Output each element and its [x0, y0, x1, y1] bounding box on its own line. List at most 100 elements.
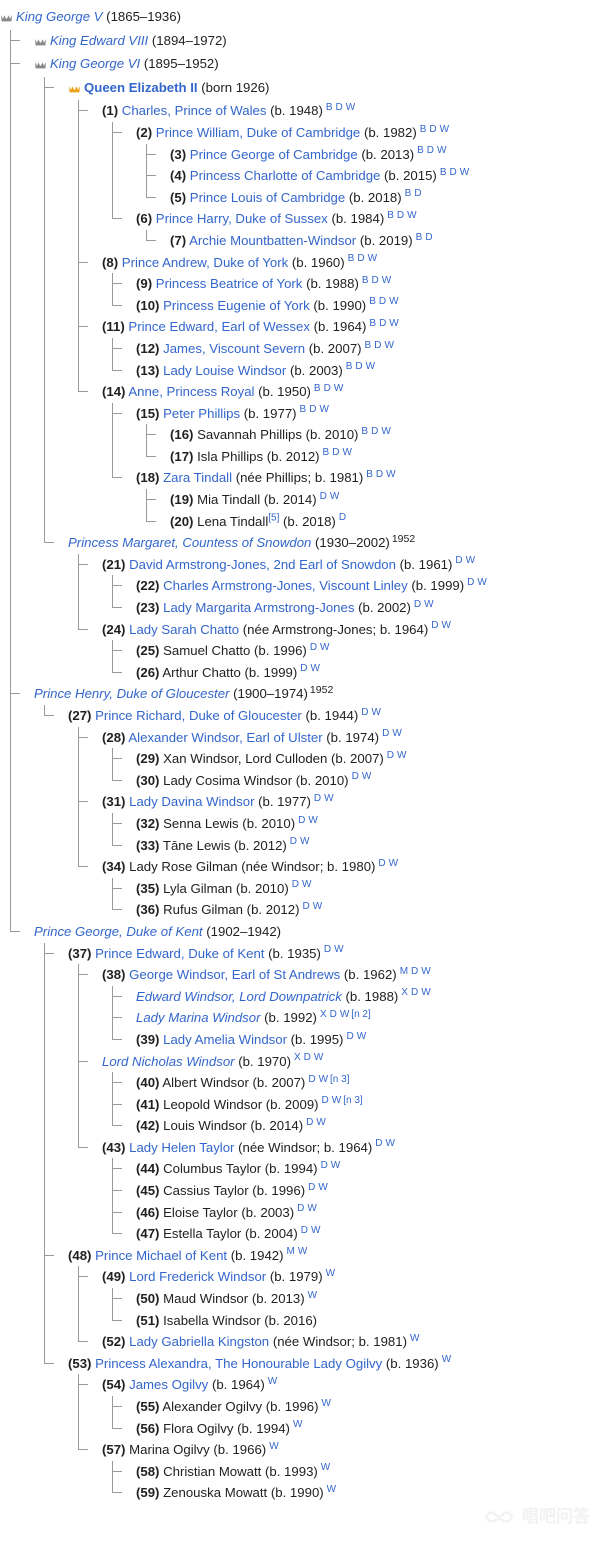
source-marker-w[interactable]: W — [268, 1376, 277, 1387]
source-marker-w[interactable]: W — [421, 987, 430, 998]
person-link[interactable]: Prince Michael of Kent — [95, 1248, 227, 1263]
source-marker-w[interactable]: W — [440, 124, 449, 135]
person-link[interactable]: Lady Louise Windsor — [163, 363, 286, 378]
person-link[interactable]: Charles Armstrong-Jones, Viscount Linley — [163, 578, 408, 593]
source-marker-d[interactable]: D — [352, 771, 359, 782]
person-link[interactable]: Prince William, Duke of Cambridge — [156, 125, 360, 140]
person-link[interactable]: Lady Sarah Chatto — [129, 622, 239, 637]
source-marker-d[interactable]: D — [290, 836, 297, 847]
person-link[interactable]: Charles, Prince of Wales — [122, 103, 267, 118]
source-marker-d[interactable]: D — [387, 750, 394, 761]
source-marker-w[interactable]: W — [327, 1484, 336, 1495]
source-marker-d[interactable]: D — [321, 1160, 328, 1171]
source-marker-d[interactable]: D — [374, 340, 381, 351]
source-marker-w[interactable]: W — [442, 1354, 451, 1365]
person-link[interactable]: Lady Margarita Armstrong-Jones — [163, 600, 354, 615]
source-marker-d[interactable]: D — [427, 145, 434, 156]
source-marker-d[interactable]: D — [309, 404, 316, 415]
person-link[interactable]: Princess Eugenie of York — [163, 298, 310, 313]
source-marker-d[interactable]: D — [302, 901, 309, 912]
source-marker-w[interactable]: W — [366, 361, 375, 372]
source-marker-w[interactable]: W — [332, 1095, 341, 1106]
source-marker-d[interactable]: D — [355, 361, 362, 372]
person-link[interactable]: Anne, Princess Royal — [128, 384, 254, 399]
source-marker-d[interactable]: D — [320, 491, 327, 502]
source-marker-w[interactable]: W — [300, 836, 309, 847]
reference-link[interactable]: [5] — [268, 512, 279, 523]
source-marker-d[interactable]: D — [298, 815, 305, 826]
source-marker-b[interactable]: B — [300, 404, 307, 415]
source-marker-w[interactable]: W — [340, 1009, 349, 1020]
footnote-link[interactable]: [n 3] — [343, 1095, 362, 1106]
source-marker-d[interactable]: D — [304, 1052, 311, 1063]
source-marker-w[interactable]: W — [320, 642, 329, 653]
source-marker-w[interactable]: W — [381, 426, 390, 437]
source-marker-x[interactable]: X — [294, 1052, 301, 1063]
person-link[interactable]: Archie Mountbatten-Windsor — [189, 233, 356, 248]
source-marker-w[interactable]: W — [424, 599, 433, 610]
person-link[interactable]: Prince Andrew, Duke of York — [122, 255, 288, 270]
person-link[interactable]: James, Viscount Severn — [163, 341, 305, 356]
source-marker-w[interactable]: W — [311, 1225, 320, 1236]
source-marker-b[interactable]: B — [348, 253, 355, 264]
footnote-link[interactable]: [n 2] — [351, 1009, 370, 1020]
person-link[interactable]: Peter Phillips — [163, 406, 240, 421]
source-marker-d[interactable]: D — [425, 232, 432, 243]
person-link[interactable]: Lord Frederick Windsor — [129, 1269, 266, 1284]
source-marker-w[interactable]: W — [330, 491, 339, 502]
source-marker-d[interactable]: D — [378, 858, 385, 869]
source-marker-d[interactable]: D — [322, 1095, 329, 1106]
source-marker-w[interactable]: W — [298, 1246, 307, 1257]
person-link[interactable]: King Edward VIII — [50, 33, 148, 48]
person-link[interactable]: Lady Amelia Windsor — [163, 1032, 287, 1047]
source-marker-d[interactable]: D — [429, 124, 436, 135]
source-marker-w[interactable]: W — [314, 1052, 323, 1063]
source-marker-w[interactable]: W — [386, 1138, 395, 1149]
source-marker-w[interactable]: W — [386, 469, 395, 480]
source-marker-b[interactable]: B — [369, 318, 376, 329]
source-marker-w[interactable]: W — [466, 555, 475, 566]
source-marker-d[interactable]: D — [397, 210, 404, 221]
source-marker-b[interactable]: B — [366, 469, 373, 480]
source-marker-d[interactable]: D — [467, 577, 474, 588]
source-marker-d[interactable]: D — [357, 253, 364, 264]
source-marker-w[interactable]: W — [269, 1441, 278, 1452]
source-marker-d[interactable]: D — [414, 599, 421, 610]
source-marker-w[interactable]: W — [326, 1268, 335, 1279]
person-link[interactable]: Queen Elizabeth II — [84, 80, 198, 95]
source-marker-w[interactable]: W — [322, 1398, 331, 1409]
source-marker-d[interactable]: D — [450, 167, 457, 178]
source-marker-w[interactable]: W — [460, 167, 469, 178]
source-marker-b[interactable]: B — [365, 340, 372, 351]
person-link[interactable]: Lady Helen Taylor — [129, 1140, 234, 1155]
person-link[interactable]: Prince George, Duke of Kent — [34, 924, 203, 939]
source-marker-w[interactable]: W — [342, 447, 351, 458]
source-marker-w[interactable]: W — [397, 750, 406, 761]
source-marker-b[interactable]: B — [420, 124, 427, 135]
person-link[interactable]: Prince Louis of Cambridge — [190, 190, 345, 205]
source-marker-w[interactable]: W — [382, 275, 391, 286]
source-marker-x[interactable]: X — [401, 987, 408, 998]
source-marker-d[interactable]: D — [301, 1225, 308, 1236]
source-marker-d[interactable]: D — [411, 987, 418, 998]
source-marker-w[interactable]: W — [357, 1031, 366, 1042]
source-marker-w[interactable]: W — [421, 966, 430, 977]
source-marker-d[interactable]: D — [376, 469, 383, 480]
source-marker-b[interactable]: B — [346, 361, 353, 372]
source-marker-d[interactable]: D — [336, 102, 343, 113]
person-link[interactable]: Lady Gabriella Kingston — [129, 1334, 269, 1349]
source-marker-d[interactable]: D — [324, 944, 331, 955]
source-marker-w[interactable]: W — [331, 1160, 340, 1171]
source-marker-w[interactable]: W — [346, 102, 355, 113]
person-link[interactable]: Princess Beatrice of York — [156, 276, 303, 291]
person-link[interactable]: Princess Alexandra, The Honourable Lady … — [95, 1356, 382, 1371]
source-marker-w[interactable]: W — [307, 1203, 316, 1214]
person-link[interactable]: Edward Windsor, Lord Downpatrick — [136, 989, 342, 1004]
person-link[interactable]: George Windsor, Earl of St Andrews — [129, 967, 340, 982]
source-marker-d[interactable]: D — [379, 296, 386, 307]
source-marker-w[interactable]: W — [392, 728, 401, 739]
source-marker-w[interactable]: W — [441, 620, 450, 631]
source-marker-b[interactable]: B — [326, 102, 333, 113]
source-marker-w[interactable]: W — [324, 793, 333, 804]
source-marker-w[interactable]: W — [334, 944, 343, 955]
